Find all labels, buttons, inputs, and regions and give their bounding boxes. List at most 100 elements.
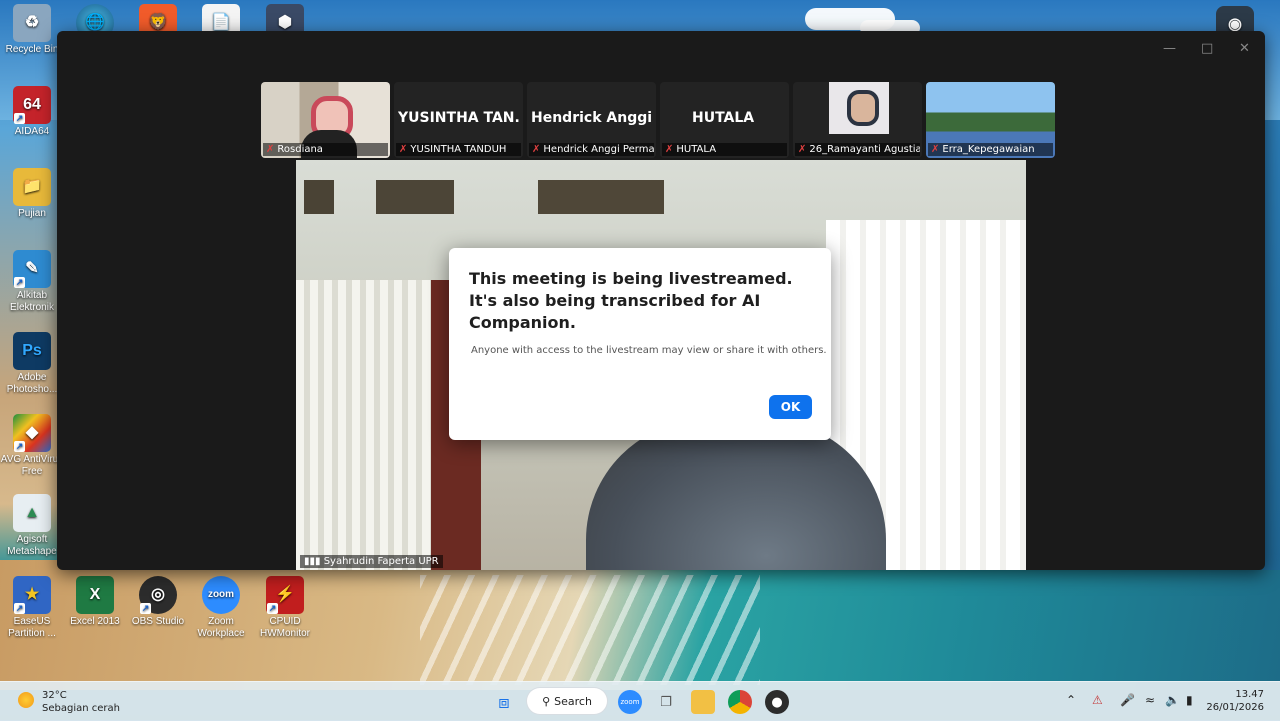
metashape-icon: ▲	[13, 494, 51, 532]
ok-button[interactable]: OK	[769, 395, 812, 419]
speaker-name-label: ▮▮▮ Syahrudin Faperta UPR	[300, 555, 443, 568]
participant-name-text: HUTALA	[676, 144, 717, 155]
search-box[interactable]: ⚲ Search	[527, 688, 607, 714]
desktop-icon-aida64[interactable]: 64 ↗ AIDA64	[0, 86, 64, 138]
participant-tile-yusintha[interactable]: YUSINTHA TAN... ✗ YUSINTHA TANDUH	[394, 82, 523, 158]
participant-name-text: Hendrick Anggi Perma...	[543, 144, 654, 155]
desktop-icon-label: Recycle Bin	[5, 44, 59, 55]
maximize-icon[interactable]: □	[1201, 41, 1213, 56]
search-icon: ⚲	[542, 694, 551, 708]
avg-icon: ◆ ↗	[13, 414, 51, 452]
desktop-icon-label: Adobe Photosho...	[6, 372, 58, 395]
partly-sunny-icon	[18, 692, 34, 708]
chrome-icon[interactable]	[728, 690, 752, 714]
easeus-icon: ★ ↗	[13, 576, 51, 614]
participant-tile-hendrick[interactable]: Hendrick Anggi... ✗Hendrick Anggi Perma.…	[527, 82, 656, 158]
hwmonitor-icon: ⚡ ↗	[266, 576, 304, 614]
signal-bars-icon: ▮▮▮	[304, 556, 321, 567]
curtain	[296, 280, 436, 570]
participant-name: ✗ Erra_Kepegawaian	[928, 143, 1053, 156]
weather-temp: 32°C	[42, 690, 67, 701]
livestream-notice-dialog: This meeting is being livestreamed. It's…	[449, 248, 831, 440]
speaker-name-text: Syahrudin Faperta UPR	[323, 556, 439, 567]
photoshop-icon: Ps	[13, 332, 51, 370]
alkitab-icon: ✎ ↗	[13, 250, 51, 288]
volume-icon[interactable]: 🔈	[1165, 693, 1180, 707]
participant-name-text: Rosdiana	[277, 144, 323, 155]
desktop-icon-excel[interactable]: X Excel 2013	[63, 576, 127, 628]
zoom-icon: zoom	[202, 576, 240, 614]
zoom-taskbar-icon[interactable]: zoom	[618, 690, 642, 714]
obs-icon: ◎ ↗	[139, 576, 177, 614]
participant-name-text: YUSINTHA TANDUH	[410, 144, 507, 155]
desktop-icon-hwmonitor[interactable]: ⚡ ↗ CPUID HWMonitor	[253, 576, 317, 640]
desktop-icon-photoshop[interactable]: Ps Adobe Photosho...	[0, 332, 64, 396]
shortcut-arrow-icon: ↗	[14, 113, 25, 124]
desktop-icon-label: Zoom Workplace	[197, 616, 245, 639]
close-icon[interactable]: ✕	[1239, 41, 1250, 56]
participant-tile-rosdiana[interactable]: ✗ Rosdiana	[261, 82, 390, 158]
task-view-icon[interactable]: ❐	[654, 690, 678, 714]
wall-frame	[376, 180, 454, 214]
shortcut-arrow-icon: ↗	[267, 603, 278, 614]
desktop-foam	[420, 575, 760, 685]
desktop-icon-label: Agisoft Metashape	[7, 534, 57, 557]
participant-name: ✗ YUSINTHA TANDUH	[396, 143, 521, 156]
participant-name: ✗ Hendrick Anggi Perma...	[529, 143, 654, 156]
weather-widget[interactable]: 32°C Sebagian cerah	[18, 689, 120, 715]
system-clock[interactable]: 13.47 26/01/2026	[1206, 688, 1264, 714]
muted-mic-icon: ✗	[266, 144, 275, 155]
desktop-icon-label: CPUID HWMonitor	[259, 616, 310, 639]
folder-icon: 📁	[13, 168, 51, 206]
muted-mic-icon: ✗	[532, 144, 541, 155]
wall-frame	[304, 180, 334, 214]
desktop-icon-zoom[interactable]: zoom Zoom Workplace	[189, 576, 253, 640]
participant-big-name: HUTALA	[692, 110, 755, 126]
clock-date: 26/01/2026	[1206, 702, 1264, 713]
dialog-body: Anyone with access to the livestream may…	[471, 345, 827, 356]
dialog-title: This meeting is being livestreamed. It's…	[469, 269, 793, 332]
participant-name: ✗ HUTALA	[662, 143, 787, 156]
chevron-up-icon[interactable]: ⌃	[1066, 693, 1076, 707]
desktop-icon-pujian[interactable]: 📁 Pujian	[0, 168, 64, 220]
muted-mic-icon: ✗	[931, 144, 940, 155]
app-icon-notification[interactable]: ●	[765, 690, 789, 714]
file-explorer-icon[interactable]	[691, 690, 715, 714]
desktop-icon-label: AVG AntiVirus Free	[0, 454, 64, 477]
wall-frame	[538, 180, 664, 214]
participant-name-text: Erra_Kepegawaian	[942, 144, 1035, 155]
desktop-icon-label: AIDA64	[14, 126, 50, 137]
desktop-icon-label: Pujian	[18, 208, 46, 219]
participant-video	[829, 82, 889, 134]
minimize-icon[interactable]: —	[1163, 41, 1176, 56]
muted-mic-icon: ✗	[399, 144, 408, 155]
weather-desc: Sebagian cerah	[42, 703, 120, 714]
battery-icon[interactable]: ▮	[1186, 693, 1193, 707]
excel-glyph: X	[89, 586, 101, 603]
desktop-icon-metashape[interactable]: ▲ Agisoft Metashape	[0, 494, 64, 558]
participant-tile-hutala[interactable]: HUTALA ✗ HUTALA	[660, 82, 789, 158]
desktop-icon-alkitab[interactable]: ✎ ↗ Alkitab Elektronik	[0, 250, 64, 314]
shortcut-arrow-icon: ↗	[14, 441, 25, 452]
desktop-icon-obs[interactable]: ◎ ↗ OBS Studio	[126, 576, 190, 628]
desktop-icon-avg[interactable]: ◆ ↗ AVG AntiVirus Free	[0, 414, 64, 478]
wifi-icon[interactable]: ≈	[1145, 693, 1155, 707]
aida64-glyph: 64	[23, 96, 41, 113]
shortcut-arrow-icon: ↗	[14, 603, 25, 614]
shortcut-arrow-icon: ↗	[140, 603, 151, 614]
participant-tile-ramayanti[interactable]: ✗ 26_Ramayanti Agustia...	[793, 82, 922, 158]
excel-icon: X	[76, 576, 114, 614]
participant-tile-erra[interactable]: ✗ Erra_Kepegawaian	[926, 82, 1055, 158]
desktop-icon-recycle-bin[interactable]: ♻ Recycle Bin	[0, 4, 64, 56]
participant-strip: ✗ Rosdiana YUSINTHA TAN... ✗ YUSINTHA TAND…	[261, 82, 1055, 158]
security-icon[interactable]: ⚠	[1092, 693, 1103, 707]
microphone-icon[interactable]: 🎤	[1120, 693, 1135, 707]
desktop-icon-label: Excel 2013	[70, 616, 120, 627]
windows-start-icon[interactable]: ⧈	[492, 690, 516, 714]
search-label: Search	[554, 694, 592, 708]
participant-name: ✗ Rosdiana	[263, 143, 388, 156]
desktop-icon-easeus[interactable]: ★ ↗ EaseUS Partition ...	[0, 576, 64, 640]
photoshop-glyph: Ps	[22, 342, 42, 359]
clock-time: 13.47	[1235, 689, 1264, 700]
shortcut-arrow-icon: ↗	[14, 277, 25, 288]
